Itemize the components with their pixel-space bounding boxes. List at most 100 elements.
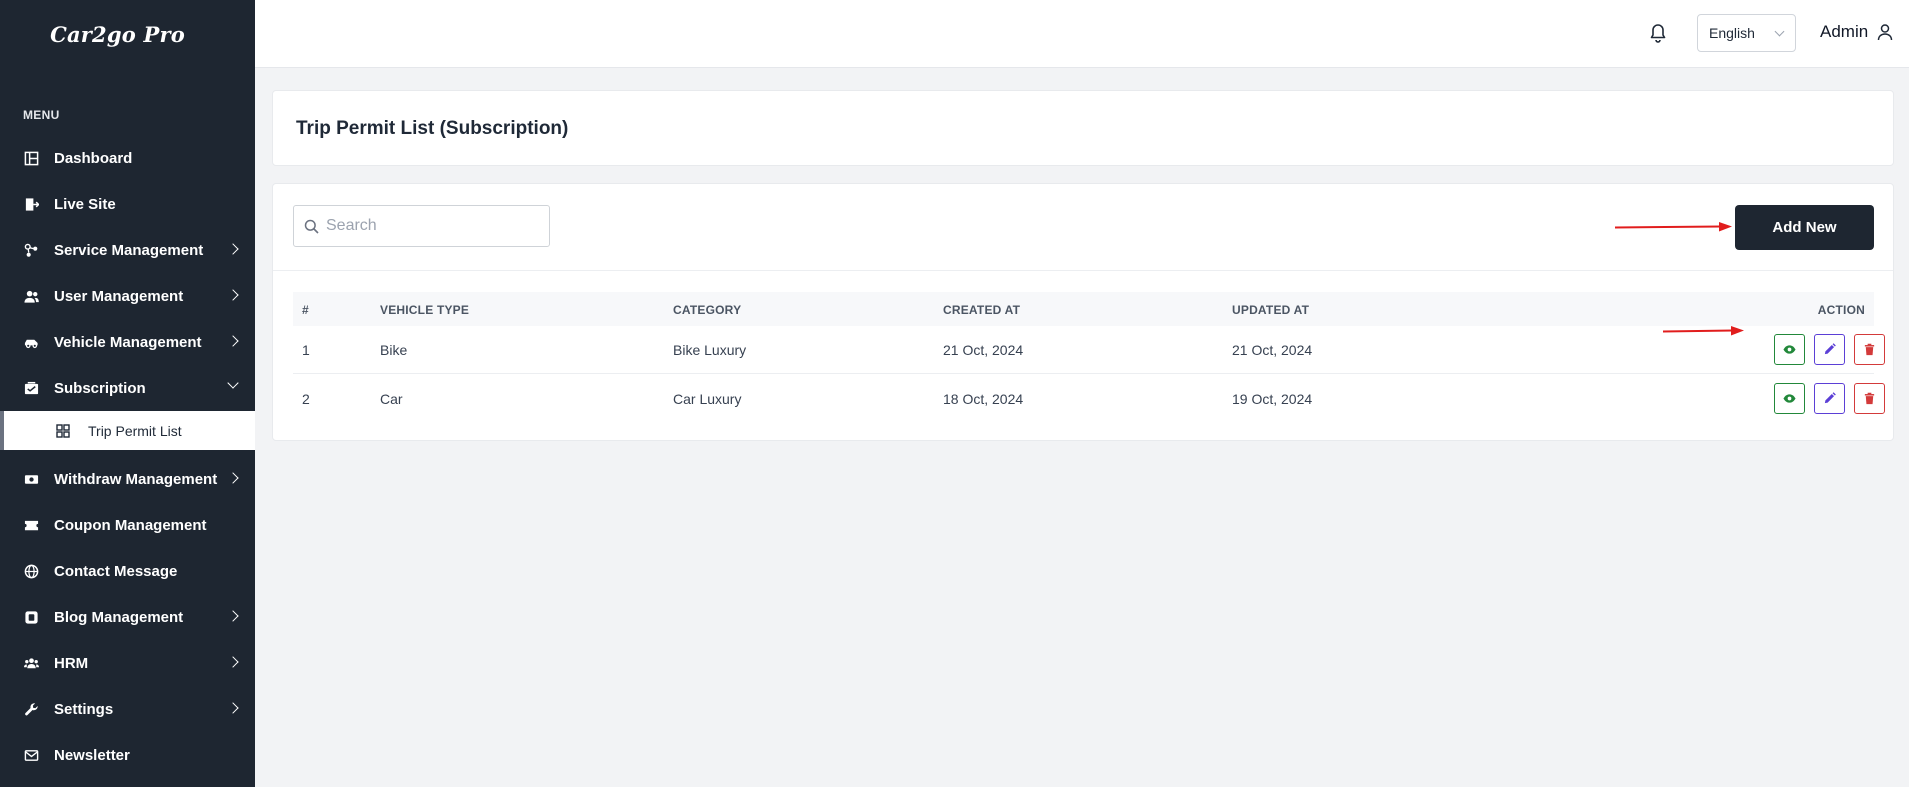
delete-button[interactable] xyxy=(1854,334,1885,365)
network-icon xyxy=(23,242,39,258)
cell-created-at: 21 Oct, 2024 xyxy=(943,342,1024,358)
language-select-value: English xyxy=(1709,25,1755,41)
column-header-num: # xyxy=(302,303,309,317)
sidebar-item-label: Settings xyxy=(54,700,114,718)
page-header-card: Trip Permit List (Subscription) xyxy=(272,90,1894,166)
users-icon xyxy=(23,288,39,304)
sidebar-item-settings[interactable]: Settings xyxy=(0,686,255,732)
team-icon xyxy=(23,655,39,671)
chevron-right-icon xyxy=(227,335,239,347)
sidebar-item-subscription[interactable]: Subscription xyxy=(0,365,255,411)
user-icon[interactable] xyxy=(1876,23,1894,41)
cell-updated-at: 21 Oct, 2024 xyxy=(1232,342,1313,358)
car-icon xyxy=(23,334,39,350)
subscription-submenu: Trip Permit List xyxy=(0,411,255,450)
language-select[interactable]: English xyxy=(1697,14,1796,52)
chevron-right-icon xyxy=(227,289,239,301)
column-header-created-at: CREATED AT xyxy=(943,303,1021,317)
cell-num: 2 xyxy=(302,391,310,407)
cell-vehicle-type: Car xyxy=(380,391,403,407)
annotation-arrow xyxy=(1615,222,1732,232)
search-input[interactable] xyxy=(326,206,541,246)
eye-icon xyxy=(1783,345,1796,354)
trash-icon xyxy=(1864,343,1875,356)
sidebar-item-label: Coupon Management xyxy=(54,516,207,534)
sidebar-item-label: Newsletter xyxy=(54,746,130,764)
table-row: 1 Bike Bike Luxury 21 Oct, 2024 21 Oct, … xyxy=(293,326,1885,374)
table-header: # VEHICLE TYPE CATEGORY CREATED AT UPDAT… xyxy=(293,292,1874,326)
globe-icon xyxy=(23,563,39,579)
sidebar-item-dashboard[interactable]: Dashboard xyxy=(0,135,255,181)
chevron-right-icon xyxy=(227,702,239,714)
brand-logo[interactable]: Car2go Pro xyxy=(0,0,255,68)
sidebar-item-withdraw-management[interactable]: Withdraw Management xyxy=(0,456,255,502)
user-menu-label[interactable]: Admin xyxy=(1820,22,1868,42)
sidebar-item-vehicle-management[interactable]: Vehicle Management xyxy=(0,319,255,365)
sidebar-item-label: Dashboard xyxy=(54,149,133,167)
sidebar-item-blog-management[interactable]: Blog Management xyxy=(0,594,255,640)
wrench-icon xyxy=(23,701,39,717)
eye-icon xyxy=(1783,394,1796,403)
delete-button[interactable] xyxy=(1854,383,1885,414)
table-card: Add New # VEHICLE TYPE CATEGORY CREATED … xyxy=(272,183,1894,441)
menu-heading: MENU xyxy=(23,108,60,122)
divider xyxy=(273,270,1893,271)
sidebar-item-label: User Management xyxy=(54,287,184,305)
column-header-category: CATEGORY xyxy=(673,303,742,317)
table-row: 2 Car Car Luxury 18 Oct, 2024 19 Oct, 20… xyxy=(293,375,1885,423)
search-box[interactable] xyxy=(293,205,550,247)
dashboard-icon xyxy=(23,150,39,166)
sidebar-item-label: Subscription xyxy=(54,379,146,397)
cell-updated-at: 19 Oct, 2024 xyxy=(1232,391,1313,407)
chevron-down-icon xyxy=(227,377,239,389)
bell-icon[interactable] xyxy=(1648,22,1668,44)
chevron-right-icon xyxy=(227,656,239,668)
sidebar-item-newsletter[interactable]: Newsletter xyxy=(0,732,255,778)
sidebar-item-hrm[interactable]: HRM xyxy=(0,640,255,686)
sidebar-item-service-management[interactable]: Service Management xyxy=(0,227,255,273)
sidebar-subitem-label: Trip Permit List xyxy=(88,422,182,439)
annotation-arrow xyxy=(1663,326,1744,336)
subscription-icon xyxy=(23,380,39,396)
view-button[interactable] xyxy=(1774,383,1805,414)
column-header-action: ACTION xyxy=(1817,303,1865,317)
search-icon xyxy=(304,219,319,234)
sidebar-item-user-management[interactable]: User Management xyxy=(0,273,255,319)
sidebar-item-label: Withdraw Management xyxy=(54,470,218,488)
chevron-right-icon xyxy=(227,472,239,484)
cell-category: Bike Luxury xyxy=(673,342,747,358)
sidebar-item-live-site[interactable]: Live Site xyxy=(0,181,255,227)
trash-icon xyxy=(1864,392,1875,405)
sidebar-item-label: Vehicle Management xyxy=(54,333,202,351)
mail-icon xyxy=(23,747,39,763)
cell-created-at: 18 Oct, 2024 xyxy=(943,391,1024,407)
cell-num: 1 xyxy=(302,342,310,358)
column-header-updated-at: UPDATED AT xyxy=(1232,303,1310,317)
ticket-icon xyxy=(23,517,39,533)
add-new-button[interactable]: Add New xyxy=(1735,205,1874,250)
edit-button[interactable] xyxy=(1814,334,1845,365)
column-header-vehicle-type: VEHICLE TYPE xyxy=(380,303,470,317)
sidebar-item-label: Blog Management xyxy=(54,608,184,626)
sidebar: Car2go Pro MENU Dashboard Live Site Serv… xyxy=(0,0,255,787)
exit-door-icon xyxy=(23,196,39,212)
sidebar-subitem-trip-permit-list[interactable]: Trip Permit List xyxy=(0,411,255,450)
sidebar-item-label: Contact Message xyxy=(54,562,178,580)
pencil-icon xyxy=(1824,343,1836,355)
sidebar-item-label: HRM xyxy=(54,654,89,672)
sidebar-item-contact-message[interactable]: Contact Message xyxy=(0,548,255,594)
sidebar-nav: Dashboard Live Site Service Management U… xyxy=(0,135,255,778)
money-icon xyxy=(23,471,39,487)
cell-category: Car Luxury xyxy=(673,391,742,407)
grid-icon xyxy=(56,423,70,438)
cell-vehicle-type: Bike xyxy=(380,342,408,358)
blog-icon xyxy=(23,609,39,625)
edit-button[interactable] xyxy=(1814,383,1845,414)
sidebar-item-label: Live Site xyxy=(54,195,116,213)
sidebar-item-coupon-management[interactable]: Coupon Management xyxy=(0,502,255,548)
view-button[interactable] xyxy=(1774,334,1805,365)
pencil-icon xyxy=(1824,392,1836,404)
chevron-right-icon xyxy=(227,610,239,622)
chevron-down-icon xyxy=(1774,26,1785,37)
sidebar-item-label: Service Management xyxy=(54,241,204,259)
